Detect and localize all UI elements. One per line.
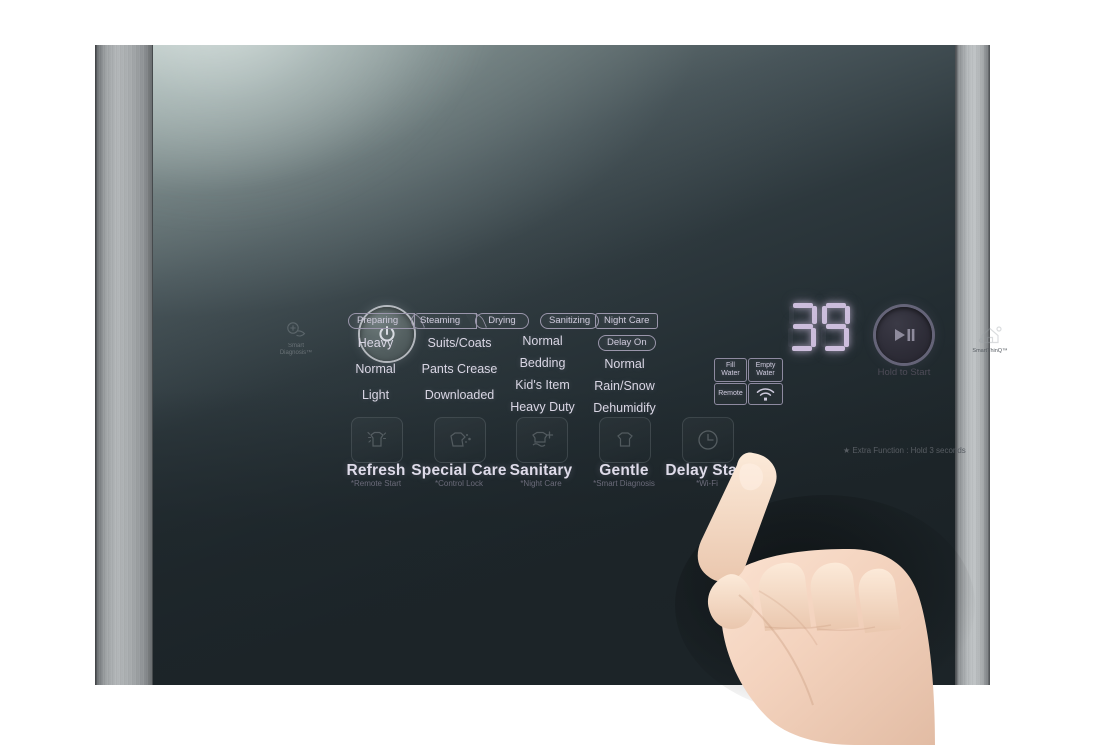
start-pause-button[interactable]: [876, 307, 932, 363]
frame-rail-right: [955, 45, 990, 685]
fill-water-line-1: Fill: [726, 361, 735, 369]
frame-rail-left: [95, 45, 153, 685]
empty-water-line-1: Empty: [755, 361, 776, 369]
smart-diagnosis-label: Smart Diagnosis™: [279, 343, 313, 356]
status-badge-remote[interactable]: Remote: [714, 383, 747, 405]
brushed-metal-texture-right: [955, 45, 990, 685]
garment-sanitary-icon: [532, 431, 554, 447]
option-normal-2[interactable]: Normal: [490, 330, 595, 352]
clock-icon: [698, 430, 718, 450]
garment-gentle-icon: [617, 432, 633, 447]
progress-chip-steaming[interactable]: Steaming: [411, 313, 478, 329]
remote-label: Remote: [718, 389, 743, 397]
smart-diagnosis-icon: [287, 322, 306, 337]
progress-chip-drying[interactable]: Drying: [475, 313, 529, 329]
sanitary-button[interactable]: [516, 417, 568, 463]
status-badge-fill-water[interactable]: Fill Water: [714, 358, 747, 382]
progress-chip-sanitizing[interactable]: Sanitizing: [540, 313, 600, 329]
gentle-button[interactable]: [599, 417, 651, 463]
smart-home-icon: [978, 326, 1002, 344]
smart-thinq-indicator: SmartThinQ™: [970, 324, 1010, 355]
status-badge-empty-water[interactable]: Empty Water: [748, 358, 783, 382]
option-column-4: Normal Rain/Snow Dehumidify: [572, 353, 677, 419]
option-rain-snow[interactable]: Rain/Snow: [572, 375, 677, 397]
option-normal-3[interactable]: Normal: [572, 353, 677, 375]
wifi-icon: [756, 387, 775, 401]
delay-start-sub-label: *Wi-Fi: [696, 479, 718, 488]
progress-chip-delay-on[interactable]: Delay On: [598, 335, 656, 351]
appliance-control-panel: Smart Diagnosis™ Preparing Steaming Dryi…: [95, 45, 1008, 745]
delay-start-label: Delay Start: [665, 462, 749, 479]
fill-water-line-2: Water: [721, 370, 740, 377]
screenshot-root: Smart Diagnosis™ Preparing Steaming Dryi…: [0, 0, 1100, 745]
special-care-button[interactable]: [434, 417, 486, 463]
brushed-metal-texture-left: [95, 45, 153, 685]
garment-refresh-icon: [367, 431, 387, 447]
refresh-button[interactable]: [351, 417, 403, 463]
option-dehumidify[interactable]: Dehumidify: [572, 397, 677, 419]
play-pause-icon: [895, 329, 915, 341]
empty-water-line-2: Water: [756, 370, 775, 377]
garment-special-icon: [450, 432, 471, 447]
extra-function-note: ★ Extra Function : Hold 3 seconds: [843, 446, 966, 455]
smart-thinq-label: SmartThinQ™: [972, 348, 1008, 354]
delay-start-button[interactable]: [682, 417, 734, 463]
status-badge-wifi[interactable]: [748, 383, 783, 405]
time-display: [788, 303, 853, 353]
start-button-label: Hold to Start: [877, 367, 931, 378]
progress-chip-preparing[interactable]: Preparing: [348, 313, 416, 329]
progress-chip-night-care[interactable]: Night Care: [595, 313, 659, 329]
smart-diagnosis-indicator: Smart Diagnosis™: [273, 321, 319, 357]
